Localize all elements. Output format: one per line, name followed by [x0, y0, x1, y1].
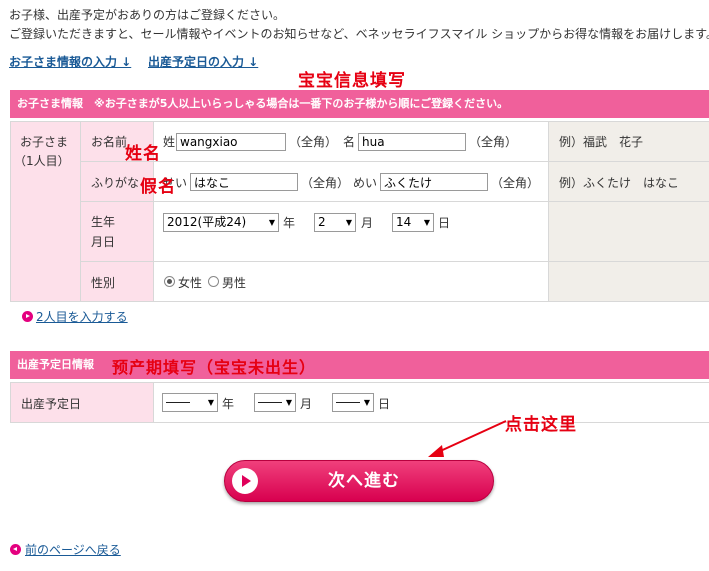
- due-year-value: ――: [166, 395, 190, 409]
- zenkaku-note: （全角）: [289, 135, 338, 149]
- intro-line-1: お子様、出産予定がおありの方はご登録ください。: [9, 8, 286, 22]
- next-button-label: 次へ進む: [328, 471, 400, 491]
- back-link[interactable]: 前のページへ戻る: [25, 541, 121, 558]
- add-second-child-link[interactable]: 2人目を入力する: [36, 308, 128, 325]
- gender-label: 性別: [91, 276, 116, 290]
- annotation-click-here: 点击这里: [505, 415, 577, 435]
- due-section-title: 出産予定日情報: [17, 358, 94, 371]
- dropdown-arrow-icon: ▼: [285, 398, 292, 407]
- last-name-kana-input[interactable]: [190, 173, 298, 191]
- due-month-value: ――: [258, 395, 282, 409]
- sei-label: 姓: [163, 135, 176, 149]
- due-day-value: ――: [336, 395, 360, 409]
- due-month-unit: 月: [300, 397, 313, 411]
- zenkaku-note: （全角）: [469, 135, 518, 149]
- year-unit: 年: [283, 216, 296, 230]
- annotation-due-date: 预产期填写（宝宝未出生）: [112, 358, 317, 377]
- birth-year-select[interactable]: 2012(平成24) ▼: [163, 213, 279, 232]
- arrow-right-circle-icon: [22, 311, 33, 322]
- due-year-unit: 年: [222, 397, 235, 411]
- due-day-select[interactable]: ―― ▼: [332, 393, 374, 412]
- kana-label: ふりがな: [91, 176, 140, 190]
- birth-day-select[interactable]: 14 ▼: [392, 213, 434, 232]
- dropdown-arrow-icon: ▼: [207, 398, 214, 407]
- dropdown-arrow-icon: ▼: [423, 218, 430, 227]
- dropdown-arrow-icon: ▼: [345, 218, 352, 227]
- annotation-baby-info: 宝宝信息填写: [298, 71, 406, 91]
- birth-month-value: 2: [318, 215, 326, 229]
- name-example: 例）福武 花子: [559, 135, 644, 149]
- month-unit: 月: [361, 216, 374, 230]
- due-month-select[interactable]: ―― ▼: [254, 393, 296, 412]
- zenkaku-note: （全角）: [491, 176, 540, 190]
- day-unit: 日: [438, 216, 451, 230]
- dropdown-arrow-icon: ▼: [363, 398, 370, 407]
- arrow-left-circle-icon: [10, 544, 21, 555]
- child-info-anchor-link[interactable]: お子さま情報の入力 ↓: [9, 53, 131, 70]
- birthday-label-line1: 生年: [91, 215, 116, 229]
- male-label: 男性: [222, 276, 247, 290]
- birthday-label-line2: 月日: [91, 235, 116, 249]
- mei-label: 名: [343, 135, 356, 149]
- first-name-kana-input[interactable]: [380, 173, 488, 191]
- birth-day-value: 14: [396, 215, 412, 229]
- annotation-name: 姓名: [125, 144, 161, 164]
- annotation-kana: 假名: [140, 177, 176, 197]
- kana-example: 例）ふくたけ はなこ: [559, 176, 680, 190]
- child-section-header: お子さま情報 ※お子さまが5人以上いらっしゃる場合は一番下のお子様から順にご登録…: [10, 90, 709, 118]
- intro-line-2: ご登録いただきますと、セール情報やイベントのお知らせなど、ベネッセライフスマイル…: [9, 27, 709, 41]
- due-date-anchor-link[interactable]: 出産予定日の入力 ↓: [148, 53, 258, 70]
- due-day-unit: 日: [378, 397, 391, 411]
- zenkaku-note: （全角）: [301, 176, 350, 190]
- female-label: 女性: [178, 276, 203, 290]
- due-date-label: 出産予定日: [21, 397, 82, 411]
- name-label: お名前: [91, 135, 128, 149]
- birth-month-select[interactable]: 2 ▼: [314, 213, 356, 232]
- male-radio[interactable]: [208, 276, 219, 287]
- annotation-arrow-icon: [428, 420, 507, 457]
- last-name-input[interactable]: [176, 133, 286, 151]
- first-name-input[interactable]: [358, 133, 466, 151]
- female-radio[interactable]: [164, 276, 175, 287]
- kana-mei-label: めい: [353, 176, 378, 190]
- child-label: お子さま: [20, 135, 69, 149]
- child-index-label: （1人目）: [14, 154, 70, 168]
- due-year-select[interactable]: ―― ▼: [162, 393, 218, 412]
- dropdown-arrow-icon: ▼: [268, 218, 275, 227]
- next-button[interactable]: 次へ進む: [224, 460, 494, 502]
- birth-year-value: 2012(平成24): [167, 215, 247, 229]
